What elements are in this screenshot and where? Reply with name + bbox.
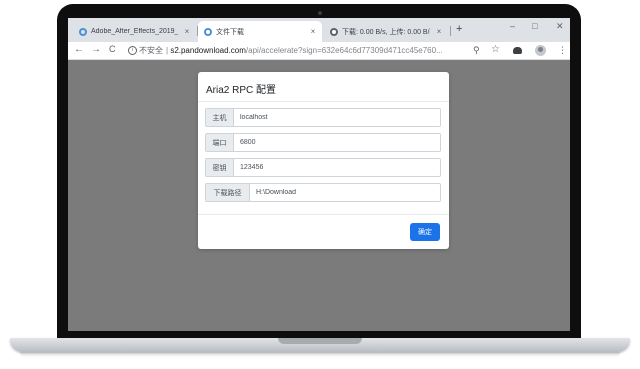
dialog-footer-divider bbox=[198, 214, 449, 215]
port-field: 端口 bbox=[205, 133, 441, 152]
tab-download-status[interactable]: 下载: 0.00 B/s, 上传: 0.00 B/s × bbox=[324, 21, 448, 42]
port-label: 端口 bbox=[206, 134, 234, 151]
reload-icon[interactable]: C bbox=[109, 44, 116, 54]
host-field: 主机 bbox=[205, 108, 441, 127]
port-input[interactable] bbox=[234, 134, 440, 151]
laptop-shadow bbox=[20, 352, 620, 358]
security-label: 不安全 bbox=[139, 46, 163, 55]
info-icon[interactable]: i bbox=[128, 46, 137, 56]
extension-icon[interactable] bbox=[513, 47, 522, 54]
tab-title: 文件下载 bbox=[216, 28, 244, 36]
host-label: 主机 bbox=[206, 109, 234, 126]
download-path-input[interactable] bbox=[250, 184, 440, 201]
tab-separator bbox=[450, 26, 451, 36]
download-path-label: 下载路径 bbox=[206, 184, 250, 201]
app-favicon-icon bbox=[204, 27, 212, 36]
laptop-screen: Adobe_After_Effects_2019_/ × 文件下载 × 下载: … bbox=[68, 18, 570, 331]
zoom-icon[interactable]: ⚲ bbox=[473, 45, 480, 56]
address-path: /api/accelerate?sign=632e64c6d77309d471c… bbox=[245, 46, 443, 55]
camera-icon bbox=[318, 11, 322, 15]
tab-close-icon[interactable]: × bbox=[308, 27, 318, 36]
maximize-icon[interactable]: □ bbox=[532, 21, 537, 31]
bookmark-star-icon[interactable]: ☆ bbox=[491, 44, 500, 55]
confirm-button[interactable]: 确定 bbox=[410, 223, 440, 241]
secret-input[interactable] bbox=[234, 159, 440, 176]
address-host: s2.pandownload.com bbox=[170, 46, 246, 55]
download-favicon-icon bbox=[330, 27, 338, 36]
laptop-notch bbox=[278, 338, 362, 344]
tab-title: 下载: 0.00 B/s, 上传: 0.00 B/s bbox=[342, 28, 430, 36]
profile-avatar-icon[interactable] bbox=[535, 45, 546, 56]
forward-icon[interactable]: → bbox=[91, 44, 101, 55]
back-icon[interactable]: ← bbox=[74, 44, 84, 55]
host-input[interactable] bbox=[234, 109, 440, 126]
minimize-icon[interactable]: – bbox=[510, 21, 515, 31]
download-path-field: 下载路径 bbox=[205, 183, 441, 202]
secret-field: 密钥 bbox=[205, 158, 441, 177]
close-window-icon[interactable]: ✕ bbox=[556, 21, 564, 32]
new-tab-button[interactable]: + bbox=[456, 23, 462, 35]
tab-close-icon[interactable]: × bbox=[434, 27, 444, 36]
address-bar[interactable]: i 不安全 | s2.pandownload.com/api/accelerate?… bbox=[128, 44, 478, 57]
menu-icon[interactable]: ⋮ bbox=[558, 45, 567, 56]
dialog-title: Aria2 RPC 配置 bbox=[206, 85, 277, 96]
secret-label: 密钥 bbox=[206, 159, 234, 176]
address-separator: | bbox=[166, 46, 169, 55]
tab-strip: Adobe_After_Effects_2019_/ × 文件下载 × 下载: … bbox=[68, 18, 570, 42]
app-favicon-icon bbox=[79, 27, 87, 36]
dialog-header-divider bbox=[198, 101, 449, 102]
tab-adobe-after-effects[interactable]: Adobe_After_Effects_2019_/ × bbox=[73, 21, 196, 42]
browser-toolbar: ← → C i 不安全 | s2.pandownload.com/api/accel… bbox=[68, 42, 570, 60]
tab-title: Adobe_After_Effects_2019_/ bbox=[91, 28, 178, 35]
tab-close-icon[interactable]: × bbox=[182, 27, 192, 36]
aria2-rpc-config-dialog: Aria2 RPC 配置 主机 端口 密钥 下载路径 确定 bbox=[198, 72, 449, 249]
tab-file-download[interactable]: 文件下载 × bbox=[198, 21, 322, 42]
